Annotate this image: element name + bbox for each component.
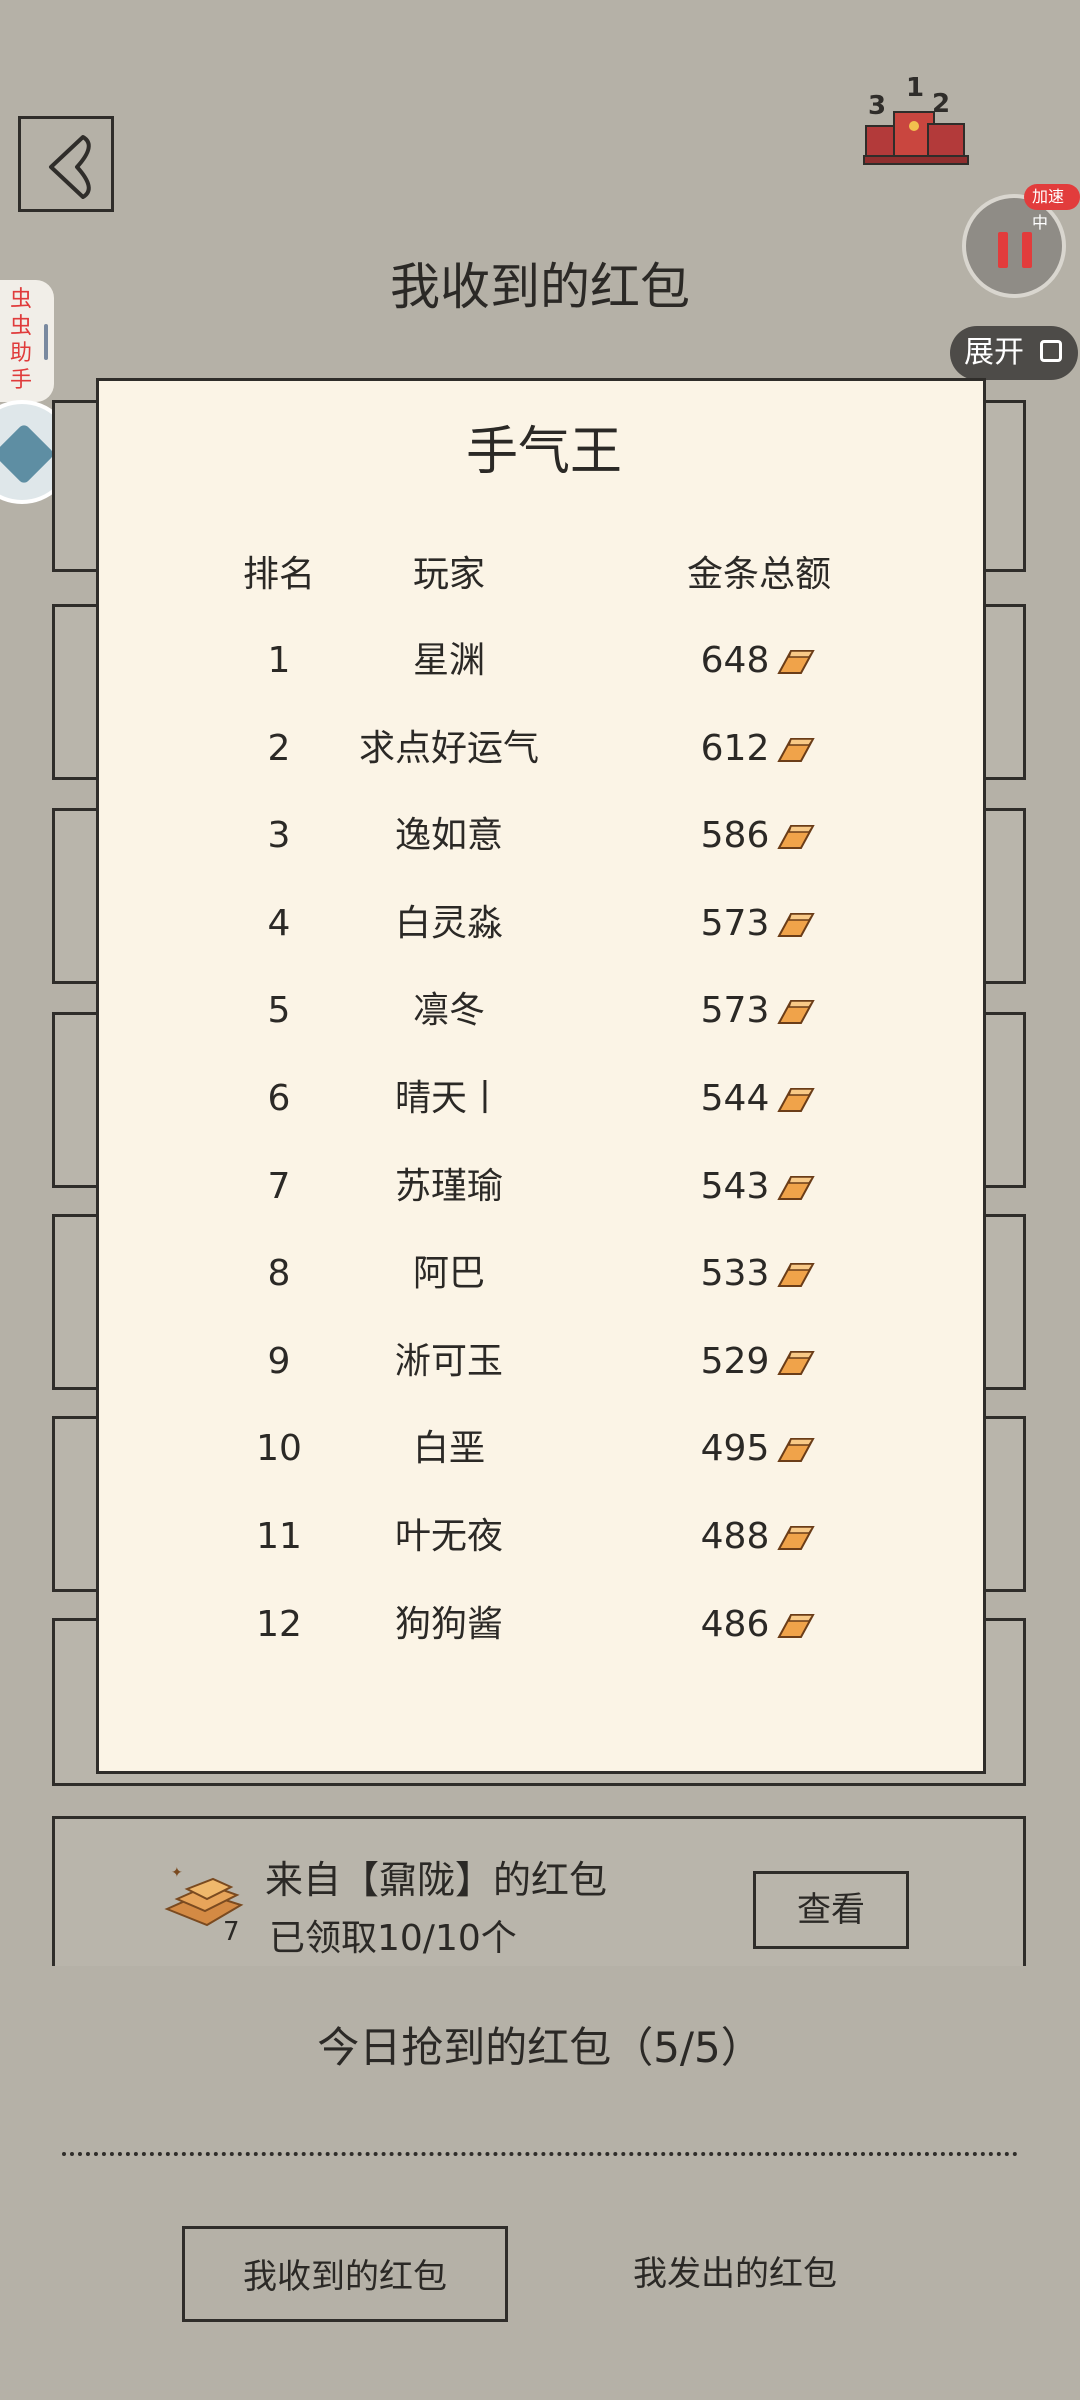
table-row: 8 阿巴 533 <box>99 1244 989 1304</box>
total-value: 533 <box>700 1253 770 1295</box>
player-cell: 狗狗酱 <box>394 1603 503 1645</box>
total-cell: 586 <box>639 806 879 866</box>
rank-digit-1: 1 <box>906 73 924 103</box>
table-row: 5 凛冬 573 <box>99 981 989 1041</box>
total-cell: 533 <box>639 1244 879 1304</box>
red-packet-card: ✦ 7 来自【鼐陇】的红包 已领取10/10个 查看 <box>52 1816 1026 1966</box>
expand-label: 展开 <box>964 335 1024 370</box>
gold-bar-icon <box>777 912 816 937</box>
total-value: 573 <box>700 902 770 944</box>
svg-text:✦: ✦ <box>171 1865 183 1881</box>
header-total: 金条总额 <box>686 554 831 595</box>
divider <box>62 2152 1018 2156</box>
expand-button[interactable]: 展开 <box>950 326 1078 380</box>
table-header: 排名 玩家 金条总额 <box>99 545 989 605</box>
total-value: 488 <box>700 1516 770 1557</box>
total-cell: 529 <box>639 1332 879 1392</box>
table-row: 9 淅可玉 529 <box>99 1332 989 1392</box>
total-cell: 648 <box>639 631 879 691</box>
table-row: 7 苏瑾瑜 543 <box>99 1157 989 1217</box>
total-cell: 573 <box>639 981 879 1041</box>
total-cell: 488 <box>639 1507 879 1567</box>
speed-badge: 加速中 <box>1024 184 1080 232</box>
gold-bar-icon <box>777 650 816 674</box>
total-cell: 612 <box>639 719 879 779</box>
tab-sent[interactable]: 我发出的红包 <box>572 2226 898 2322</box>
gold-bar-icon <box>777 1263 816 1288</box>
table-row: 11 叶无夜 488 <box>99 1507 989 1567</box>
total-value: 486 <box>700 1603 770 1645</box>
gold-bar-icon <box>777 1088 816 1112</box>
page-title: 我收到的红包 <box>390 258 690 316</box>
fullscreen-icon <box>1040 340 1062 362</box>
table-row: 2 求点好运气 612 <box>99 719 989 779</box>
back-arrow-icon <box>49 135 91 199</box>
total-value: 529 <box>700 1340 770 1382</box>
total-cell: 544 <box>639 1069 879 1129</box>
packet-status: 已领取10/10个 <box>269 1918 517 1959</box>
table-row: 12 狗狗酱 486 <box>99 1595 989 1655</box>
leaderboard-panel: 手气王 排名 玩家 金条总额 1 星渊 648 2 求点好运气 612 3 逸如意 586 4 白灵… <box>96 378 986 1774</box>
total-value: 543 <box>700 1165 770 1207</box>
table-row: 1 星渊 648 <box>99 631 989 691</box>
gold-bar-icon <box>777 1175 816 1200</box>
packet-count: 7 <box>223 1917 240 1947</box>
total-value: 544 <box>700 1078 770 1119</box>
packet-sender: 来自【鼐陇】的红包 <box>265 1858 608 1902</box>
tab-received[interactable]: 我收到的红包 <box>182 2226 508 2322</box>
total-value: 612 <box>700 727 770 769</box>
player-cell: 阿巴 <box>412 1253 485 1295</box>
leaderboard-title: 手气王 <box>465 422 622 482</box>
total-value: 573 <box>700 990 770 1032</box>
gold-bar-icon <box>777 1350 816 1375</box>
player-cell: 求点好运气 <box>358 727 539 769</box>
total-value: 648 <box>700 640 770 681</box>
gold-bar-icon <box>777 1438 816 1463</box>
table-row: 3 逸如意 586 <box>99 806 989 866</box>
back-button[interactable] <box>18 116 114 212</box>
player-cell: 白垩 <box>412 1428 485 1470</box>
total-cell: 573 <box>639 894 879 954</box>
player-cell: 凛冬 <box>412 990 485 1032</box>
total-cell: 495 <box>639 1419 879 1479</box>
gold-bar-icon <box>777 1000 816 1025</box>
ranking-podium-icon[interactable]: 3 1 2 <box>860 68 980 178</box>
table-row: 4 白灵淼 573 <box>99 894 989 954</box>
table-row: 10 白垩 495 <box>99 1419 989 1479</box>
player-cell: 苏瑾瑜 <box>394 1165 503 1207</box>
today-packets-title: 今日抢到的红包（5/5） <box>317 2023 763 2072</box>
gold-bar-icon <box>777 1526 816 1550</box>
gold-bar-icon <box>777 1613 816 1638</box>
gold-bar-icon <box>777 825 816 850</box>
table-row: 6 晴天丨 544 <box>99 1069 989 1129</box>
gold-bar-icon <box>777 737 816 762</box>
player-cell: 晴天丨 <box>394 1078 503 1119</box>
rank-digit-3: 3 <box>868 91 886 121</box>
total-cell: 486 <box>639 1595 879 1655</box>
player-cell: 逸如意 <box>394 815 503 857</box>
total-value: 495 <box>700 1428 770 1470</box>
drag-handle <box>44 324 48 360</box>
view-button[interactable]: 查看 <box>753 1871 909 1949</box>
player-cell: 淅可玉 <box>394 1340 503 1382</box>
total-cell: 543 <box>639 1157 879 1217</box>
total-value: 586 <box>700 815 770 857</box>
player-cell: 白灵淼 <box>394 902 503 944</box>
header-player: 玩家 <box>412 554 485 595</box>
player-cell: 星渊 <box>412 640 485 681</box>
player-cell: 叶无夜 <box>394 1516 503 1557</box>
